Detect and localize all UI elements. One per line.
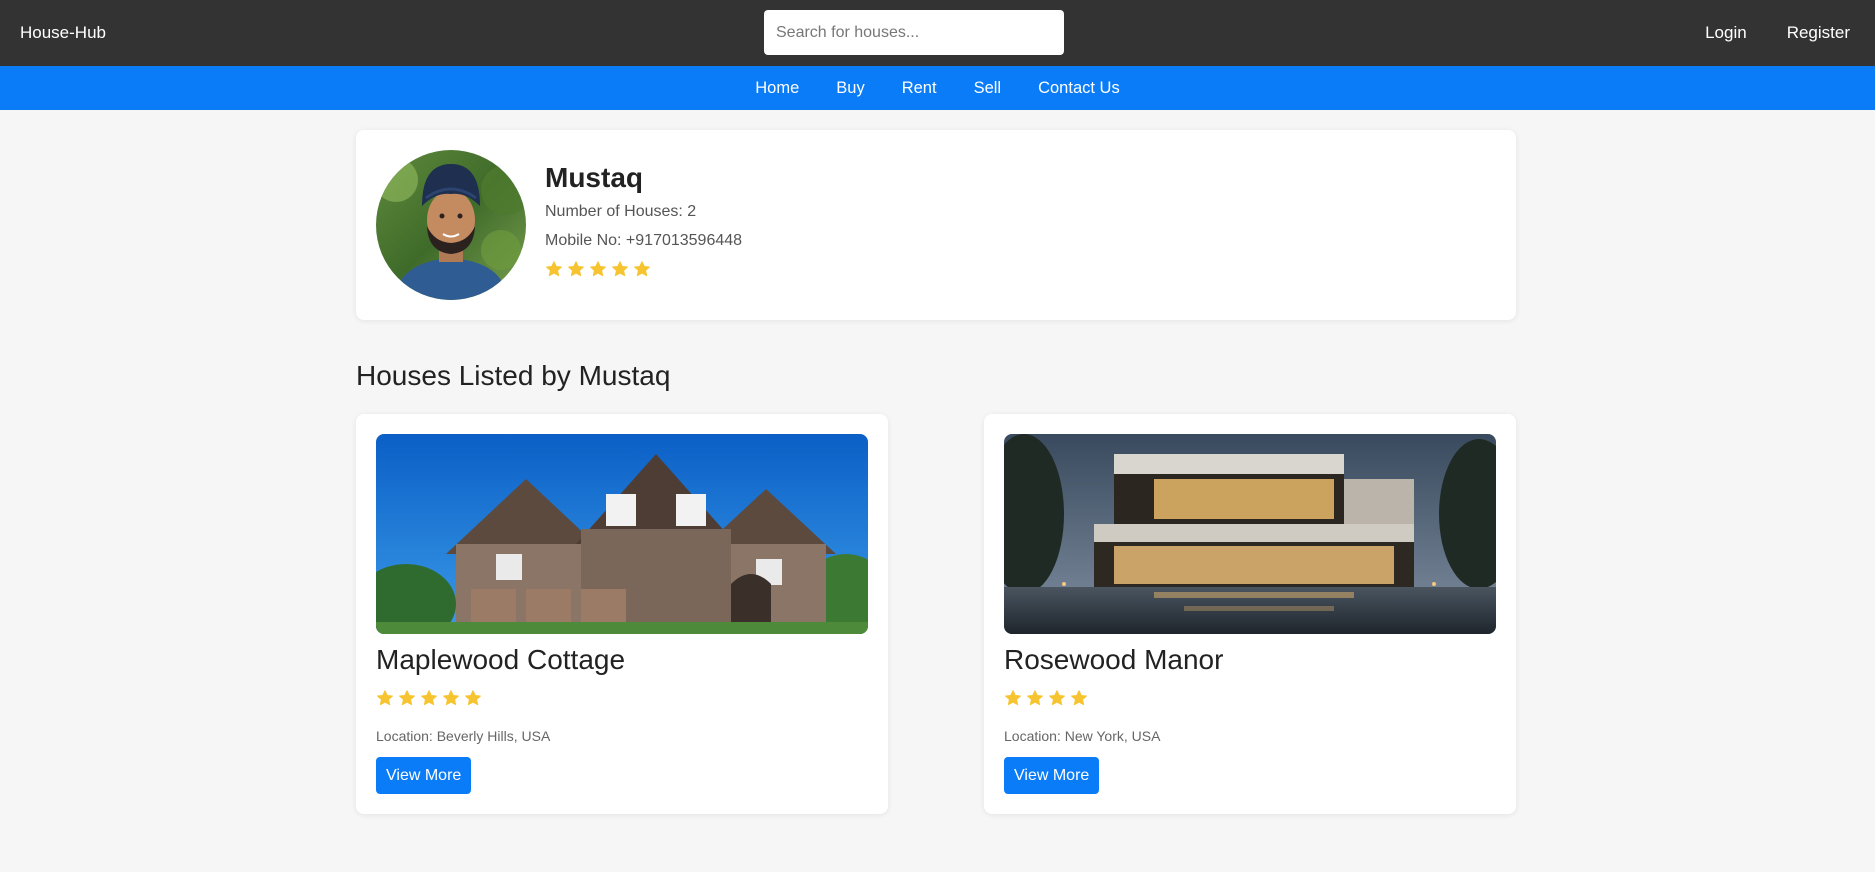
owner-houses-count: Number of Houses: 2: [545, 203, 697, 220]
star-icon: [1005, 690, 1021, 706]
star-icon: [590, 261, 606, 277]
view-more-button[interactable]: View More: [1004, 757, 1100, 794]
nav-buy[interactable]: Buy: [836, 79, 864, 98]
owner-avatar: [376, 150, 526, 300]
listing-rating: [376, 689, 482, 707]
star-icon: [421, 690, 437, 706]
nav-contact-us[interactable]: Contact Us: [1038, 79, 1120, 98]
register-link[interactable]: Register: [1787, 23, 1850, 43]
listing-card: Rosewood Manor Location: New York, USA V…: [984, 414, 1516, 814]
auth-links: Login Register: [1705, 23, 1850, 43]
star-icon: [634, 261, 650, 277]
star-icon: [612, 261, 628, 277]
owner-name: Mustaq: [545, 162, 643, 193]
star-icon: [1071, 690, 1087, 706]
section-title: Houses Listed by Mustaq: [356, 360, 671, 391]
listing-title: Maplewood Cottage: [376, 644, 626, 675]
listing-title: Rosewood Manor: [1004, 644, 1224, 675]
star-icon: [443, 690, 459, 706]
listing-rating: [1004, 689, 1088, 707]
star-icon: [546, 261, 562, 277]
star-icon: [377, 690, 393, 706]
star-icon: [465, 690, 481, 706]
nav-sell[interactable]: Sell: [974, 79, 1002, 98]
owner-rating: [545, 260, 651, 278]
star-icon: [568, 261, 584, 277]
nav-home[interactable]: Home: [755, 79, 799, 98]
main-nav: Home Buy Rent Sell Contact Us: [0, 66, 1875, 110]
star-icon: [1049, 690, 1065, 706]
owner-mobile-number: Mobile No: +917013596448: [545, 232, 743, 249]
owner-profile-card: Mustaq Number of Houses: 2 Mobile No: +9…: [356, 130, 1516, 320]
listing-location: Location: New York, USA: [1004, 728, 1161, 744]
search-input[interactable]: [764, 10, 1064, 55]
top-bar: House-Hub Login Register: [0, 0, 1875, 66]
view-more-button[interactable]: View More: [376, 757, 472, 794]
brand-logo[interactable]: House-Hub: [20, 23, 106, 43]
star-icon: [399, 690, 415, 706]
login-link[interactable]: Login: [1705, 23, 1747, 43]
listing-card: Maplewood Cottage Location: Beverly Hill…: [356, 414, 888, 814]
house-photo: [1004, 434, 1496, 634]
nav-rent[interactable]: Rent: [902, 79, 937, 98]
star-icon: [1027, 690, 1043, 706]
house-photo: [376, 434, 868, 634]
listing-location: Location: Beverly Hills, USA: [376, 728, 551, 744]
